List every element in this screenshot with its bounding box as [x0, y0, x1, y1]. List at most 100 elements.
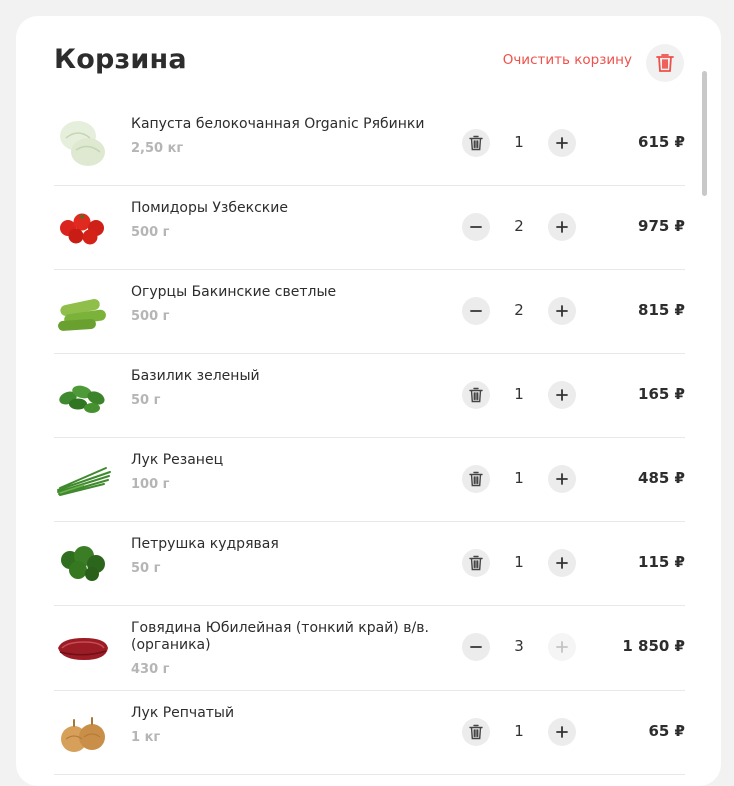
item-weight: 430 г [131, 662, 170, 677]
item-name: Лук Репчатый [131, 705, 235, 721]
item-price: 615 ₽ [638, 133, 685, 151]
trash-icon [469, 724, 483, 740]
product-image-basil [54, 366, 112, 424]
increase-quantity-button[interactable] [548, 718, 576, 746]
item-quantity: 1 [514, 553, 524, 571]
plus-icon [556, 641, 568, 653]
increase-quantity-button[interactable] [548, 381, 576, 409]
cart-item: Говядина Юбилейная (тонкий край) в/в. (о… [54, 606, 685, 691]
item-name: Огурцы Бакинские светлые [131, 284, 337, 300]
item-name: Говядина Юбилейная (тонкий край) в/в. (о… [131, 620, 429, 653]
cart-item: Базилик зеленый 50 г 1 165 ₽ [54, 354, 685, 438]
remove-item-button[interactable] [462, 381, 490, 409]
item-info: Лук Резанец 100 г [131, 452, 441, 492]
item-price: 165 ₽ [638, 385, 685, 403]
plus-icon [556, 557, 568, 569]
cart-item: Петрушка кудрявая 50 г 1 115 ₽ [54, 522, 685, 606]
item-name: Базилик зеленый [131, 368, 260, 384]
item-quantity: 1 [514, 722, 524, 740]
trash-icon [469, 471, 483, 487]
quantity-stepper: 1 [462, 718, 576, 746]
page-title: Корзина [54, 44, 187, 75]
cart-items-list: Капуста белокочанная Organic Рябинки 2,5… [54, 102, 685, 775]
minus-icon [470, 646, 482, 648]
remove-item-button[interactable] [462, 465, 490, 493]
quantity-stepper: 3 [462, 633, 576, 661]
decrease-quantity-button[interactable] [462, 633, 490, 661]
increase-quantity-button[interactable] [548, 549, 576, 577]
product-image-onions [54, 703, 112, 761]
item-name: Лук Резанец [131, 452, 224, 468]
trash-icon [469, 387, 483, 403]
trash-icon [469, 135, 483, 151]
item-price: 115 ₽ [638, 553, 685, 571]
minus-icon [470, 310, 482, 312]
item-info: Помидоры Узбекские 500 г [131, 200, 441, 240]
quantity-stepper: 2 [462, 213, 576, 241]
cart-item: Лук Репчатый 1 кг 1 65 ₽ [54, 691, 685, 775]
quantity-stepper: 1 [462, 465, 576, 493]
item-info: Петрушка кудрявая 50 г [131, 536, 441, 576]
quantity-stepper: 2 [462, 297, 576, 325]
cart-item: Огурцы Бакинские светлые 500 г 2 815 ₽ [54, 270, 685, 354]
remove-item-button[interactable] [462, 129, 490, 157]
item-weight: 2,50 кг [131, 141, 184, 156]
item-price: 65 ₽ [648, 722, 685, 740]
item-price: 485 ₽ [638, 469, 685, 487]
quantity-stepper: 1 [462, 129, 576, 157]
cart-item: Капуста белокочанная Organic Рябинки 2,5… [54, 102, 685, 186]
item-price: 1 850 ₽ [622, 637, 685, 655]
scrollbar-thumb[interactable] [702, 71, 707, 196]
plus-icon [556, 389, 568, 401]
remove-item-button[interactable] [462, 549, 490, 577]
clear-cart-button[interactable] [646, 44, 684, 82]
trash-icon [469, 555, 483, 571]
item-quantity: 1 [514, 469, 524, 487]
item-quantity: 3 [514, 637, 524, 655]
item-weight: 50 г [131, 561, 161, 576]
increase-quantity-button[interactable] [548, 465, 576, 493]
quantity-stepper: 1 [462, 549, 576, 577]
trash-icon [656, 54, 674, 72]
increase-quantity-button[interactable] [548, 297, 576, 325]
quantity-stepper: 1 [462, 381, 576, 409]
item-name: Капуста белокочанная Organic Рябинки [131, 116, 425, 132]
plus-icon [556, 221, 568, 233]
plus-icon [556, 305, 568, 317]
item-info: Лук Репчатый 1 кг [131, 705, 441, 745]
item-info: Капуста белокочанная Organic Рябинки 2,5… [131, 116, 441, 156]
remove-item-button[interactable] [462, 718, 490, 746]
increase-quantity-button[interactable] [548, 213, 576, 241]
product-image-chives [54, 450, 112, 508]
item-price: 815 ₽ [638, 301, 685, 319]
clear-cart-link[interactable]: Очистить корзину [503, 52, 632, 68]
item-weight: 1 кг [131, 730, 161, 745]
item-quantity: 1 [514, 385, 524, 403]
item-info: Базилик зеленый 50 г [131, 368, 441, 408]
decrease-quantity-button[interactable] [462, 213, 490, 241]
item-weight: 500 г [131, 309, 170, 324]
product-image-parsley [54, 534, 112, 592]
minus-icon [470, 226, 482, 228]
item-name: Помидоры Узбекские [131, 200, 288, 216]
cart-item: Лук Резанец 100 г 1 485 ₽ [54, 438, 685, 522]
product-image-tomatoes [54, 198, 112, 256]
item-weight: 100 г [131, 477, 170, 492]
cart-header: Корзина Очистить корзину [54, 44, 684, 84]
item-info: Огурцы Бакинские светлые 500 г [131, 284, 441, 324]
item-info: Говядина Юбилейная (тонкий край) в/в. (о… [131, 620, 441, 677]
decrease-quantity-button[interactable] [462, 297, 490, 325]
item-quantity: 1 [514, 133, 524, 151]
item-quantity: 2 [514, 301, 524, 319]
item-weight: 500 г [131, 225, 170, 240]
item-price: 975 ₽ [638, 217, 685, 235]
plus-icon [556, 726, 568, 738]
cart-panel: Корзина Очистить корзину Капуста белокоч… [16, 16, 721, 786]
product-image-beef [54, 618, 112, 676]
product-image-cucumbers [54, 282, 112, 340]
increase-quantity-button-disabled[interactable] [548, 633, 576, 661]
plus-icon [556, 137, 568, 149]
plus-icon [556, 473, 568, 485]
increase-quantity-button[interactable] [548, 129, 576, 157]
product-image-cabbage [54, 114, 112, 172]
